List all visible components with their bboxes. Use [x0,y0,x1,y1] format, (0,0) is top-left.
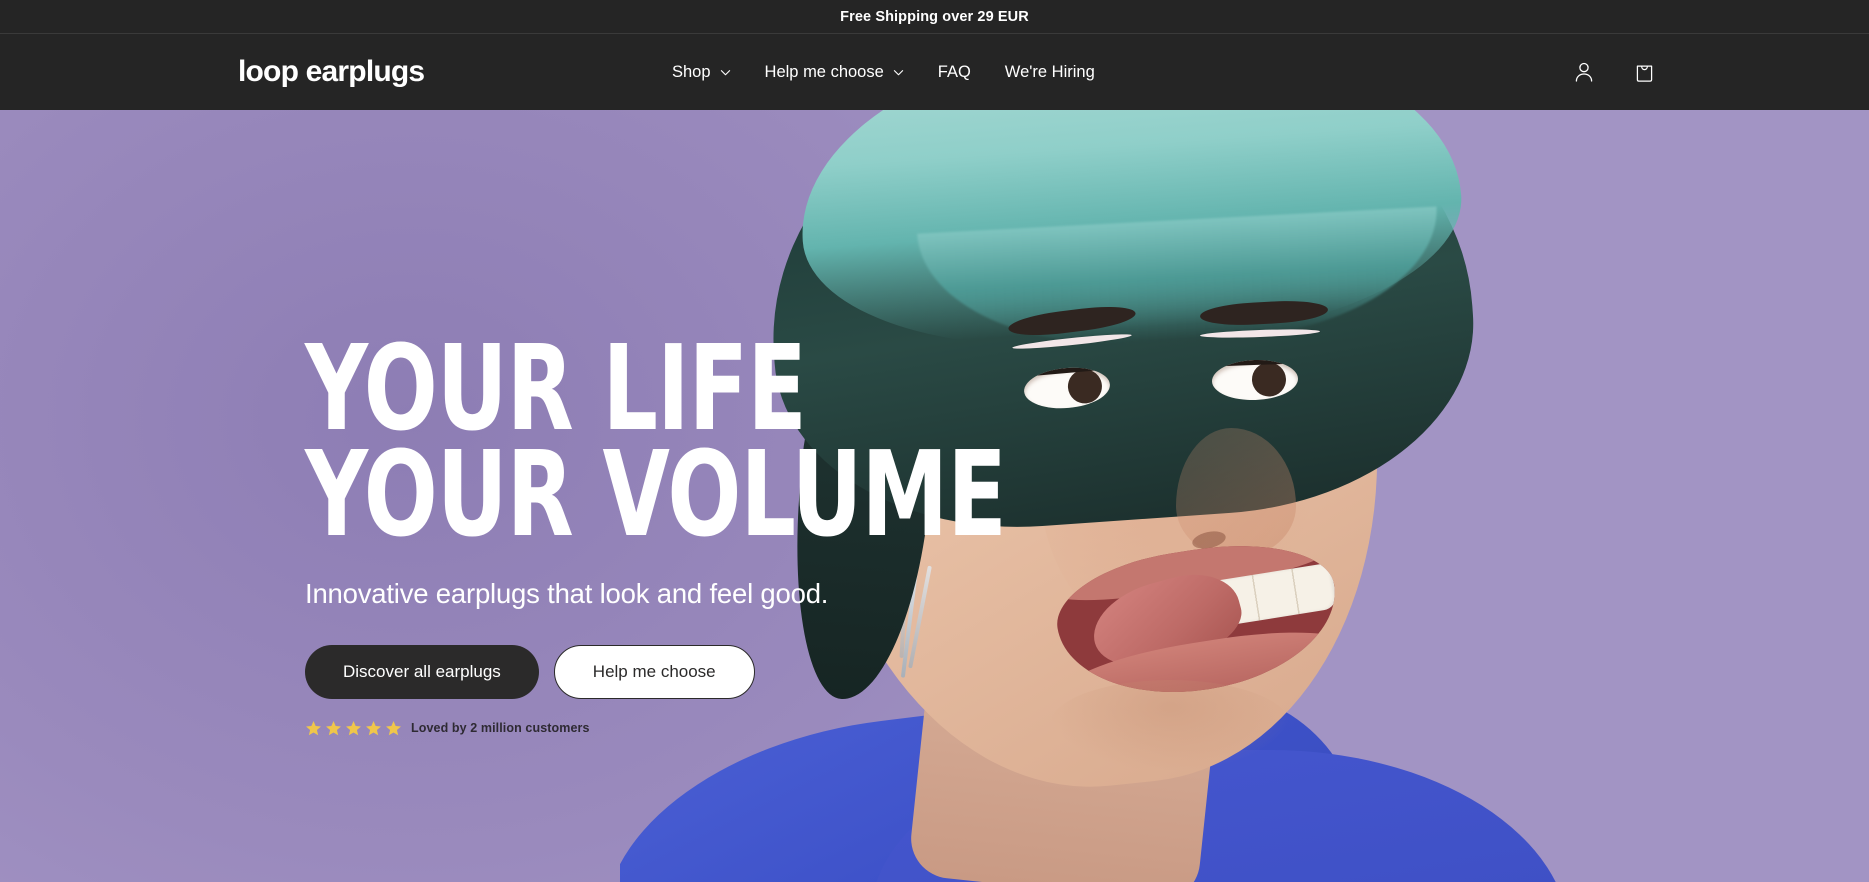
chevron-down-icon [720,67,731,78]
nav-item-were-hiring[interactable]: We're Hiring [1005,63,1095,82]
star-icon [325,720,342,737]
hero-content: YOUR LIFE YOUR VOLUME Innovative earplug… [305,329,1007,737]
user-icon [1572,60,1596,84]
announcement-text: Free Shipping over 29 EUR [840,8,1029,25]
star-rating [305,720,402,737]
pupil [1066,368,1104,405]
star-icon [305,720,322,737]
hero-headline-line-2: YOUR VOLUME [305,425,1007,564]
chevron-down-icon [893,67,904,78]
hero-section: YOUR LIFE YOUR VOLUME Innovative earplug… [0,110,1869,882]
rating-caption: Loved by 2 million customers [411,721,590,736]
star-icon [365,720,382,737]
announcement-bar: Free Shipping over 29 EUR [0,0,1869,34]
shopping-bag-icon [1633,61,1656,84]
hero-cta-row: Discover all earplugs Help me choose [305,644,865,699]
main-navigation: Shop Help me choose FAQ We're Hiring [672,63,1095,82]
nav-item-faq[interactable]: FAQ [938,63,971,82]
help-me-choose-button[interactable]: Help me choose [553,644,755,699]
cart-button[interactable] [1631,59,1657,85]
site-header: loop earplugs Shop Help me choose FAQ We… [0,34,1869,110]
nav-item-help-me-choose[interactable]: Help me choose [765,63,904,82]
nav-item-label: FAQ [937,62,971,81]
star-icon [385,720,402,737]
nav-item-shop[interactable]: Shop [672,63,731,82]
site-logo[interactable]: loop earplugs [238,57,425,87]
nav-item-label: We're Hiring [1004,62,1095,81]
nav-item-label: Shop [672,62,711,81]
account-button[interactable] [1571,59,1597,85]
rating-block: Loved by 2 million customers [305,720,865,737]
nav-item-label: Help me choose [764,62,884,81]
hero-headline: YOUR LIFE YOUR VOLUME [305,329,1007,564]
header-actions [1571,59,1657,85]
hero-subheading: Innovative earplugs that look and feel g… [305,578,829,610]
pupil [1251,361,1287,398]
star-icon [345,720,362,737]
discover-all-earplugs-button[interactable]: Discover all earplugs [305,644,539,699]
chin-shading [1050,680,1290,770]
